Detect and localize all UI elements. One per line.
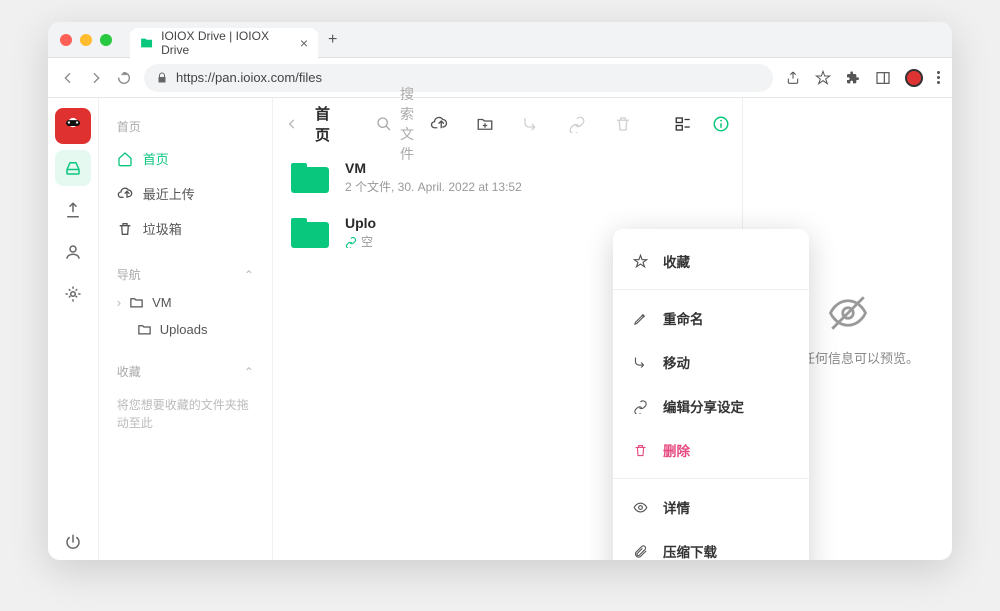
window-minimize-button[interactable] <box>80 34 92 46</box>
file-row[interactable]: VM 2 个文件, 30. April. 2022 at 13:52 <box>273 150 742 205</box>
sidebar-item-home[interactable]: 首页 <box>109 141 262 176</box>
nav-back-button[interactable] <box>60 70 76 86</box>
bookmark-icon[interactable] <box>815 70 831 86</box>
icon-rail <box>48 98 99 560</box>
sidebar-section-nav[interactable]: 导航⌃ <box>109 260 262 289</box>
star-icon <box>633 254 649 269</box>
folder-icon <box>291 218 329 248</box>
sidebar-section-fav[interactable]: 收藏⌃ <box>109 357 262 386</box>
sidebar-item-trash[interactable]: 垃圾箱 <box>109 211 262 246</box>
rail-power-button[interactable] <box>55 524 91 560</box>
folder-icon <box>129 295 144 310</box>
tab-favicon <box>140 36 153 50</box>
browser-titlebar: IOIOX Drive | IOIOX Drive × + <box>48 22 952 58</box>
ctx-move[interactable]: 移动 <box>613 340 809 384</box>
ctx-rename[interactable]: 重命名 <box>613 296 809 340</box>
folder-icon <box>137 322 152 337</box>
paperclip-icon <box>633 544 649 559</box>
ctx-share[interactable]: 编辑分享设定 <box>613 384 809 428</box>
ctx-zip[interactable]: 压缩下载 <box>613 529 809 560</box>
page-title: 首页 <box>315 103 330 145</box>
tab-title: IOIOX Drive | IOIOX Drive <box>161 29 292 57</box>
rail-drive-button[interactable] <box>55 150 91 186</box>
file-subtitle: 空 <box>345 233 376 250</box>
nav-forward-button[interactable] <box>88 70 104 86</box>
browser-toolbar: https://pan.ioiox.com/files <box>48 58 952 98</box>
rail-upload-button[interactable] <box>55 192 91 228</box>
profile-avatar[interactable] <box>905 69 923 87</box>
lock-icon <box>156 72 168 84</box>
search-icon <box>376 116 392 132</box>
folder-icon <box>291 163 329 193</box>
shared-link-icon <box>345 236 357 248</box>
browser-tab[interactable]: IOIOX Drive | IOIOX Drive × <box>130 28 318 58</box>
upload-icon <box>117 186 133 202</box>
file-subtitle: 2 个文件, 30. April. 2022 at 13:52 <box>345 178 522 195</box>
ctx-delete[interactable]: 删除 <box>613 428 809 472</box>
ctx-details[interactable]: 详情 <box>613 485 809 529</box>
window-maximize-button[interactable] <box>100 34 112 46</box>
context-menu: 收藏 重命名 移动 编辑分享设定 删除 详情 压缩下载 <box>613 229 809 560</box>
file-name: VM <box>345 160 522 176</box>
address-bar[interactable]: https://pan.ioiox.com/files <box>144 64 773 92</box>
new-folder-button[interactable] <box>476 115 494 133</box>
sidebar: 首页 首页 最近上传 垃圾箱 导航⌃ › VM Uploads <box>99 98 273 560</box>
sidebar-nav-uploads[interactable]: Uploads <box>109 316 262 343</box>
search-input[interactable]: 搜索文件 <box>376 84 414 164</box>
tab-close-button[interactable]: × <box>300 35 308 51</box>
search-placeholder: 搜索文件 <box>400 84 414 164</box>
new-tab-button[interactable]: + <box>328 31 337 49</box>
info-panel-button[interactable] <box>712 115 730 133</box>
home-icon <box>117 151 133 167</box>
breadcrumb-back-button[interactable] <box>285 117 299 131</box>
url-text: https://pan.ioiox.com/files <box>176 70 322 85</box>
share-icon[interactable] <box>785 70 801 86</box>
nav-reload-button[interactable] <box>116 70 132 86</box>
sidebar-fav-hint: 将您想要收藏的文件夹拖动至此 <box>109 386 262 442</box>
eye-icon <box>633 500 649 515</box>
move-button <box>522 115 540 133</box>
user-avatar[interactable] <box>55 108 91 144</box>
trash-icon <box>633 443 649 458</box>
window-close-button[interactable] <box>60 34 72 46</box>
trash-icon <box>117 221 133 237</box>
pencil-icon <box>633 311 649 326</box>
browser-menu-button[interactable] <box>937 71 940 84</box>
sidebar-nav-vm[interactable]: › VM <box>109 289 262 316</box>
ctx-favorite[interactable]: 收藏 <box>613 239 809 283</box>
link-button <box>568 115 586 133</box>
sidebar-section-home: 首页 <box>109 112 262 141</box>
chevron-down-icon: ⌃ <box>244 268 254 282</box>
rail-settings-button[interactable] <box>55 276 91 312</box>
rail-users-button[interactable] <box>55 234 91 270</box>
link-icon <box>633 399 649 414</box>
move-icon <box>633 355 649 370</box>
extensions-icon[interactable] <box>845 70 861 86</box>
layout-toggle-button[interactable] <box>674 115 692 133</box>
chevron-right-icon: › <box>117 295 121 310</box>
sidebar-item-recent[interactable]: 最近上传 <box>109 176 262 211</box>
eye-off-icon <box>827 292 869 334</box>
chevron-down-icon: ⌃ <box>244 365 254 379</box>
panel-icon[interactable] <box>875 70 891 86</box>
file-name: Uplo <box>345 215 376 231</box>
cloud-upload-button[interactable] <box>430 115 448 133</box>
file-list-area: 首页 搜索文件 <box>273 98 742 560</box>
delete-button <box>614 115 632 133</box>
